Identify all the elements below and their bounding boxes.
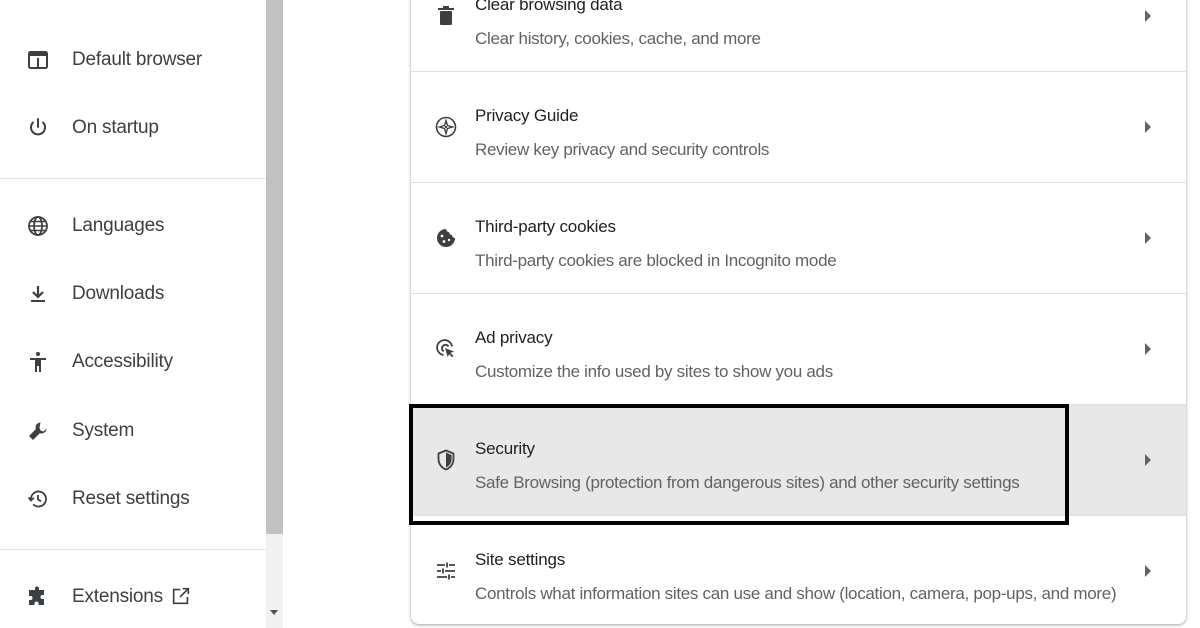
- power-icon: [26, 116, 50, 140]
- row-subtitle: Third-party cookies are blocked in Incog…: [475, 251, 837, 270]
- chevron-right-icon: [1145, 121, 1151, 133]
- row-divider: [411, 515, 1186, 516]
- sidebar-item-extensions[interactable]: Extensions: [0, 573, 266, 621]
- row-subtitle: Clear history, cookies, cache, and more: [475, 29, 761, 48]
- settings-sidebar: Default browser On startup Languages Dow…: [0, 0, 266, 628]
- row-security[interactable]: Security Safe Browsing (protection from …: [411, 404, 1186, 515]
- sidebar-item-label: System: [72, 420, 135, 441]
- row-ad-privacy[interactable]: Ad privacy Customize the info used by si…: [411, 293, 1186, 404]
- settings-page: Default browser On startup Languages Dow…: [0, 0, 1200, 628]
- shield-icon: [434, 448, 458, 472]
- download-icon: [26, 282, 50, 306]
- sidebar-item-label: On startup: [72, 117, 159, 138]
- row-title: Security: [475, 439, 535, 458]
- row-title: Clear browsing data: [475, 0, 623, 14]
- sidebar-item-reset-settings[interactable]: Reset settings: [0, 475, 266, 523]
- chevron-right-icon: [1145, 565, 1151, 577]
- sidebar-item-on-startup[interactable]: On startup: [0, 104, 266, 152]
- open-in-new-icon: [170, 585, 192, 607]
- row-divider: [411, 293, 1186, 294]
- sidebar-item-label: Accessibility: [72, 351, 173, 372]
- sidebar-item-label: Reset settings: [72, 488, 190, 509]
- sidebar-item-label: Extensions: [72, 586, 163, 607]
- sidebar-item-downloads[interactable]: Downloads: [0, 270, 266, 318]
- chevron-right-icon: [1145, 454, 1151, 466]
- trash-icon: [434, 4, 458, 28]
- chevron-right-icon: [1145, 232, 1151, 244]
- reset-history-icon: [26, 487, 50, 511]
- row-privacy-guide[interactable]: Privacy Guide Review key privacy and sec…: [411, 71, 1186, 182]
- puzzle-icon: [26, 585, 50, 609]
- row-subtitle: Safe Browsing (protection from dangerous…: [475, 473, 1020, 492]
- row-title: Third-party cookies: [475, 217, 616, 236]
- row-subtitle: Customize the info used by sites to show…: [475, 362, 833, 381]
- sidebar-divider: [0, 549, 266, 550]
- cookie-icon: [434, 226, 458, 250]
- row-third-party-cookies[interactable]: Third-party cookies Third-party cookies …: [411, 182, 1186, 293]
- browser-window-icon: [26, 48, 50, 72]
- scroll-down-arrow-icon[interactable]: [270, 610, 278, 615]
- row-title: Ad privacy: [475, 328, 553, 347]
- sidebar-item-label: Downloads: [72, 283, 165, 304]
- row-clear-browsing-data[interactable]: Clear browsing data Clear history, cooki…: [411, 0, 1186, 71]
- privacy-security-card: Clear browsing data Clear history, cooki…: [411, 0, 1186, 624]
- sidebar-item-label: Languages: [72, 215, 165, 236]
- compass-icon: [434, 115, 458, 139]
- row-title: Privacy Guide: [475, 106, 579, 125]
- row-title: Site settings: [475, 550, 566, 569]
- sidebar-item-partial[interactable]: [0, 0, 266, 6]
- sidebar-item-system[interactable]: System: [0, 407, 266, 455]
- row-site-settings[interactable]: Site settings Controls what information …: [411, 515, 1186, 624]
- row-subtitle: Controls what information sites can use …: [475, 584, 1117, 603]
- row-divider: [411, 404, 1186, 405]
- globe-icon: [26, 214, 50, 238]
- row-divider: [411, 182, 1186, 183]
- row-divider: [411, 71, 1186, 72]
- sidebar-item-label: Default browser: [72, 49, 203, 70]
- sidebar-item-languages[interactable]: Languages: [0, 202, 266, 250]
- accessibility-icon: [26, 350, 50, 374]
- chevron-right-icon: [1145, 343, 1151, 355]
- ad-privacy-icon: [434, 337, 458, 361]
- tune-icon: [434, 559, 458, 583]
- wrench-icon: [26, 419, 50, 443]
- sidebar-scrollbar-thumb[interactable]: [266, 0, 283, 534]
- row-subtitle: Review key privacy and security controls: [475, 140, 770, 159]
- sidebar-divider: [0, 178, 266, 179]
- chevron-right-icon: [1145, 10, 1151, 22]
- sidebar-item-default-browser[interactable]: Default browser: [0, 36, 266, 84]
- sidebar-item-accessibility[interactable]: Accessibility: [0, 338, 266, 386]
